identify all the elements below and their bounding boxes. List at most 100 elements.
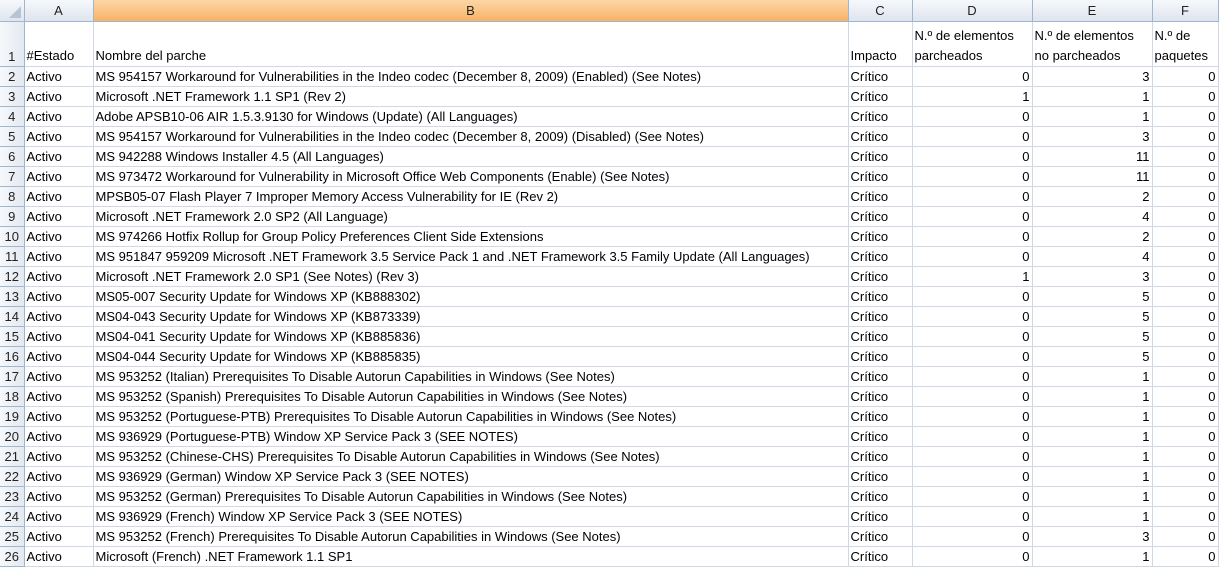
- row-header[interactable]: 19: [0, 406, 25, 427]
- cell-parcheados[interactable]: 0: [912, 486, 1033, 507]
- row-header[interactable]: 26: [0, 546, 25, 567]
- cell-nombre[interactable]: MS 953252 (Chinese-CHS) Prerequisites To…: [93, 446, 849, 467]
- cell-impacto[interactable]: Crítico: [848, 546, 913, 567]
- cell-no-parcheados[interactable]: 4: [1032, 206, 1153, 227]
- cell-estado[interactable]: Activo: [24, 346, 94, 367]
- cell-nombre[interactable]: Microsoft (French) .NET Framework 1.1 SP…: [93, 546, 849, 567]
- cell-no-parcheados[interactable]: 11: [1032, 146, 1153, 167]
- cell-parcheados[interactable]: 0: [912, 306, 1033, 327]
- cell-paquetes[interactable]: 0: [1152, 326, 1219, 347]
- row-header[interactable]: 6: [0, 146, 25, 167]
- row-header[interactable]: 13: [0, 286, 25, 307]
- cell-nombre[interactable]: MS 973472 Workaround for Vulnerability i…: [93, 166, 849, 187]
- row-header[interactable]: 15: [0, 326, 25, 347]
- row-header[interactable]: 16: [0, 346, 25, 367]
- cell-parcheados[interactable]: 0: [912, 286, 1033, 307]
- row-header[interactable]: 9: [0, 206, 25, 227]
- cell-nombre[interactable]: MPSB05-07 Flash Player 7 Improper Memory…: [93, 186, 849, 207]
- row-header[interactable]: 10: [0, 226, 25, 247]
- cell-no-parcheados[interactable]: 1: [1032, 106, 1153, 127]
- row-header[interactable]: 25: [0, 526, 25, 547]
- cell-no-parcheados[interactable]: 5: [1032, 326, 1153, 347]
- cell-nombre[interactable]: MS 942288 Windows Installer 4.5 (All Lan…: [93, 146, 849, 167]
- cell-no-parcheados[interactable]: 1: [1032, 386, 1153, 407]
- cell-paquetes[interactable]: 0: [1152, 266, 1219, 287]
- cell-no-parcheados[interactable]: 1: [1032, 366, 1153, 387]
- cell-estado[interactable]: Activo: [24, 366, 94, 387]
- cell-parcheados[interactable]: 0: [912, 126, 1033, 147]
- header-no-parcheados[interactable]: N.º de elementos no parcheados: [1032, 21, 1153, 67]
- cell-no-parcheados[interactable]: 4: [1032, 246, 1153, 267]
- cell-estado[interactable]: Activo: [24, 386, 94, 407]
- cell-estado[interactable]: Activo: [24, 66, 94, 87]
- cell-impacto[interactable]: Crítico: [848, 86, 913, 107]
- cell-parcheados[interactable]: 0: [912, 106, 1033, 127]
- cell-paquetes[interactable]: 0: [1152, 146, 1219, 167]
- cell-parcheados[interactable]: 0: [912, 66, 1033, 87]
- cell-paquetes[interactable]: 0: [1152, 406, 1219, 427]
- cell-paquetes[interactable]: 0: [1152, 366, 1219, 387]
- cell-estado[interactable]: Activo: [24, 306, 94, 327]
- cell-paquetes[interactable]: 0: [1152, 106, 1219, 127]
- cell-impacto[interactable]: Crítico: [848, 326, 913, 347]
- cell-no-parcheados[interactable]: 1: [1032, 466, 1153, 487]
- cell-no-parcheados[interactable]: 5: [1032, 286, 1153, 307]
- row-header[interactable]: 5: [0, 126, 25, 147]
- cell-parcheados[interactable]: 0: [912, 246, 1033, 267]
- cell-estado[interactable]: Activo: [24, 446, 94, 467]
- cell-nombre[interactable]: MS 953252 (Spanish) Prerequisites To Dis…: [93, 386, 849, 407]
- row-header[interactable]: 20: [0, 426, 25, 447]
- row-header[interactable]: 17: [0, 366, 25, 387]
- cell-parcheados[interactable]: 0: [912, 506, 1033, 527]
- cell-paquetes[interactable]: 0: [1152, 86, 1219, 107]
- cell-impacto[interactable]: Crítico: [848, 406, 913, 427]
- cell-impacto[interactable]: Crítico: [848, 466, 913, 487]
- cell-parcheados[interactable]: 0: [912, 426, 1033, 447]
- column-header-a[interactable]: A: [24, 0, 94, 22]
- cell-nombre[interactable]: MS 953252 (Portuguese-PTB) Prerequisites…: [93, 406, 849, 427]
- cell-nombre[interactable]: MS 953252 (German) Prerequisites To Disa…: [93, 486, 849, 507]
- cell-nombre[interactable]: Adobe APSB10-06 AIR 1.5.3.9130 for Windo…: [93, 106, 849, 127]
- cell-parcheados[interactable]: 0: [912, 466, 1033, 487]
- row-header[interactable]: 24: [0, 506, 25, 527]
- cell-parcheados[interactable]: 0: [912, 206, 1033, 227]
- cell-impacto[interactable]: Crítico: [848, 126, 913, 147]
- cell-no-parcheados[interactable]: 3: [1032, 266, 1153, 287]
- cell-nombre[interactable]: MS 951847 959209 Microsoft .NET Framewor…: [93, 246, 849, 267]
- cell-no-parcheados[interactable]: 3: [1032, 126, 1153, 147]
- cell-parcheados[interactable]: 0: [912, 186, 1033, 207]
- cell-impacto[interactable]: Crítico: [848, 226, 913, 247]
- row-header[interactable]: 11: [0, 246, 25, 267]
- cell-nombre[interactable]: Microsoft .NET Framework 1.1 SP1 (Rev 2): [93, 86, 849, 107]
- cell-paquetes[interactable]: 0: [1152, 346, 1219, 367]
- row-header[interactable]: 23: [0, 486, 25, 507]
- cell-paquetes[interactable]: 0: [1152, 446, 1219, 467]
- select-all-button[interactable]: [0, 0, 25, 22]
- cell-estado[interactable]: Activo: [24, 266, 94, 287]
- cell-paquetes[interactable]: 0: [1152, 426, 1219, 447]
- cell-paquetes[interactable]: 0: [1152, 186, 1219, 207]
- cell-impacto[interactable]: Crítico: [848, 346, 913, 367]
- cell-no-parcheados[interactable]: 5: [1032, 306, 1153, 327]
- cell-estado[interactable]: Activo: [24, 286, 94, 307]
- cell-impacto[interactable]: Crítico: [848, 286, 913, 307]
- cell-impacto[interactable]: Crítico: [848, 386, 913, 407]
- cell-paquetes[interactable]: 0: [1152, 506, 1219, 527]
- cell-parcheados[interactable]: 0: [912, 446, 1033, 467]
- row-header[interactable]: 7: [0, 166, 25, 187]
- cell-nombre[interactable]: MS 936929 (French) Window XP Service Pac…: [93, 506, 849, 527]
- row-header[interactable]: 4: [0, 106, 25, 127]
- cell-estado[interactable]: Activo: [24, 506, 94, 527]
- cell-estado[interactable]: Activo: [24, 106, 94, 127]
- header-impacto[interactable]: Impacto: [848, 21, 913, 67]
- row-header[interactable]: 3: [0, 86, 25, 107]
- cell-estado[interactable]: Activo: [24, 486, 94, 507]
- cell-paquetes[interactable]: 0: [1152, 166, 1219, 187]
- row-header[interactable]: 14: [0, 306, 25, 327]
- cell-estado[interactable]: Activo: [24, 226, 94, 247]
- cell-no-parcheados[interactable]: 2: [1032, 186, 1153, 207]
- cell-no-parcheados[interactable]: 1: [1032, 406, 1153, 427]
- cell-no-parcheados[interactable]: 1: [1032, 486, 1153, 507]
- cell-nombre[interactable]: MS 974266 Hotfix Rollup for Group Policy…: [93, 226, 849, 247]
- cell-impacto[interactable]: Crítico: [848, 446, 913, 467]
